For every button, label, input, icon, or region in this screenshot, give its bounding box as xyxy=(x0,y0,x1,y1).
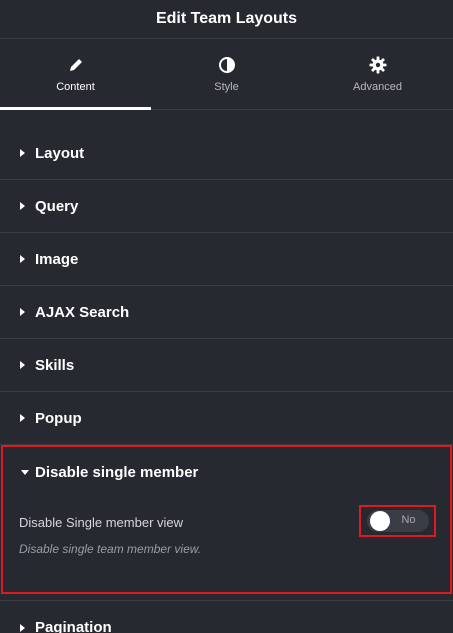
section-popup[interactable]: Popup xyxy=(0,392,453,445)
section-header-disable-single-member[interactable]: Disable single member xyxy=(3,447,450,497)
section-ajax-search[interactable]: AJAX Search xyxy=(0,286,453,339)
section-image[interactable]: Image xyxy=(0,233,453,286)
section-label: Disable single member xyxy=(35,463,199,481)
toggle-highlight: No xyxy=(359,505,436,537)
panel-title: Edit Team Layouts xyxy=(155,10,298,27)
tab-style[interactable]: Style xyxy=(151,39,302,109)
disable-single-member-toggle[interactable]: No xyxy=(366,510,429,532)
section-query[interactable]: Query xyxy=(0,180,453,233)
tab-advanced[interactable]: Advanced xyxy=(302,39,453,109)
tab-label-advanced: Advanced xyxy=(353,80,402,93)
section-spacer xyxy=(0,110,453,127)
caret-right-icon xyxy=(20,623,25,632)
pencil-icon xyxy=(67,56,85,74)
section-disable-single-member: Disable single member Disable Single mem… xyxy=(1,445,452,594)
caret-right-icon xyxy=(20,149,25,157)
caret-right-icon xyxy=(20,255,25,263)
tab-label-content: Content xyxy=(56,80,95,93)
section-pagination[interactable]: Pagination xyxy=(0,601,453,633)
caret-down-icon xyxy=(21,470,29,475)
caret-right-icon xyxy=(20,202,25,210)
contrast-icon xyxy=(218,56,236,74)
tab-bar: Content Style Advanced xyxy=(0,38,453,110)
section-label: Popup xyxy=(35,409,82,427)
panel-header: Edit Team Layouts xyxy=(0,0,453,38)
section-skills[interactable]: Skills xyxy=(0,339,453,392)
tab-label-style: Style xyxy=(214,80,239,93)
control-row: Disable Single member view No xyxy=(19,505,436,537)
caret-right-icon xyxy=(20,308,25,316)
section-list-after: Pagination xyxy=(0,600,453,633)
section-label: Query xyxy=(35,197,79,215)
toggle-knob xyxy=(369,511,390,531)
tab-content[interactable]: Content xyxy=(0,39,151,110)
section-label: Image xyxy=(35,250,79,268)
gear-icon xyxy=(369,56,387,74)
section-layout[interactable]: Layout xyxy=(0,127,453,180)
control-description: Disable single team member view. xyxy=(19,542,202,556)
control-label: Disable Single member view xyxy=(19,514,184,530)
section-label: Skills xyxy=(35,356,75,374)
section-label: Pagination xyxy=(35,619,112,633)
caret-right-icon xyxy=(20,361,25,369)
section-label: Layout xyxy=(35,144,85,162)
section-label: AJAX Search xyxy=(35,303,130,321)
caret-right-icon xyxy=(20,414,25,422)
section-list: Layout Query Image AJAX Search Skills Po… xyxy=(0,127,453,445)
toggle-state-label: No xyxy=(401,514,416,526)
